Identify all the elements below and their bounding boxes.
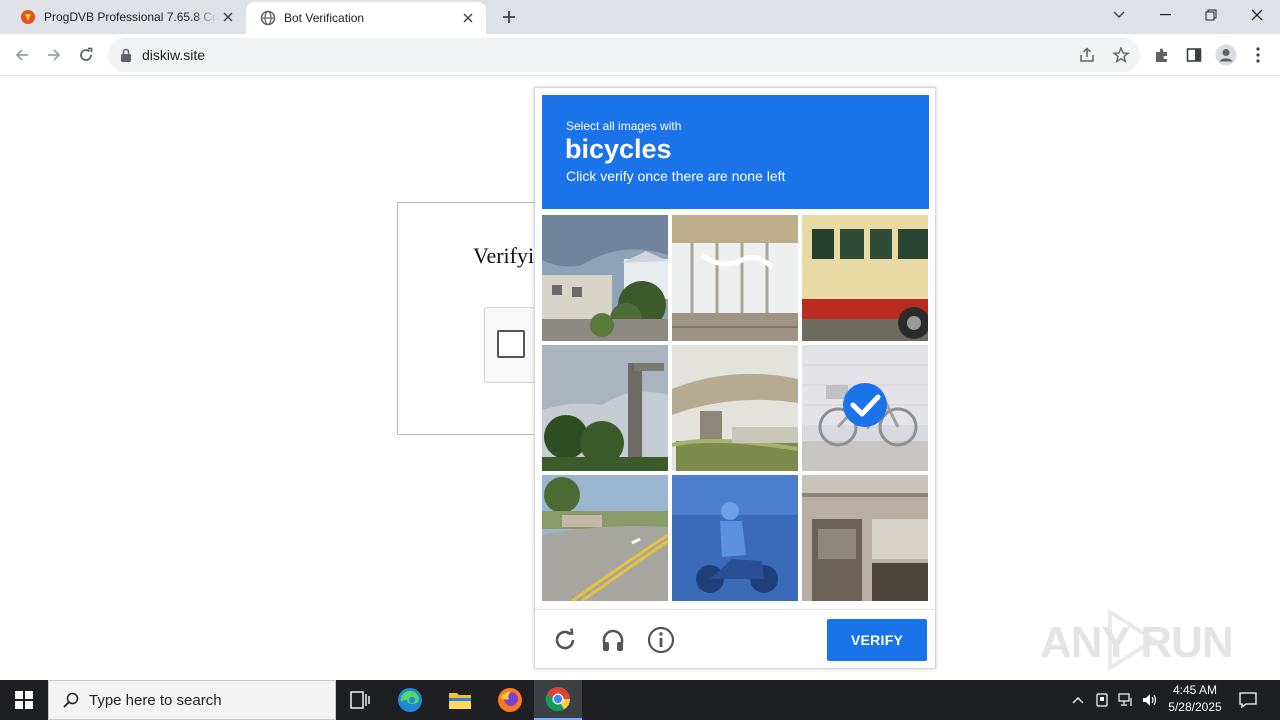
image-tile-selected[interactable] bbox=[802, 345, 928, 471]
search-placeholder: Type here to search bbox=[89, 691, 222, 709]
tray-device-icon[interactable] bbox=[1092, 690, 1112, 710]
system-clock[interactable]: 4:45 AM 5/28/2025 bbox=[1160, 682, 1230, 716]
bookmark-star-icon[interactable] bbox=[1112, 46, 1130, 64]
image-tile[interactable] bbox=[542, 345, 668, 471]
clock-date: 5/28/2025 bbox=[1168, 700, 1222, 714]
taskbar-search-box[interactable]: Type here to search bbox=[48, 680, 336, 720]
menu-dots-icon[interactable] bbox=[1244, 41, 1272, 69]
back-icon[interactable] bbox=[8, 41, 36, 69]
image-tile[interactable] bbox=[542, 215, 668, 341]
captcha-challenge: Select all images with bicycles Click ve… bbox=[534, 87, 936, 669]
profile-avatar-icon[interactable] bbox=[1212, 41, 1240, 69]
headphones-icon[interactable] bbox=[597, 624, 629, 656]
image-tile[interactable] bbox=[802, 475, 928, 601]
new-tab-button[interactable] bbox=[498, 6, 520, 28]
reload-icon[interactable] bbox=[72, 41, 100, 69]
tab-title: Bot Verification bbox=[284, 11, 365, 25]
file-explorer-icon[interactable] bbox=[436, 680, 484, 720]
tab-bot-verification[interactable]: Bot Verification bbox=[246, 2, 486, 34]
page-heading: Verifyi bbox=[473, 243, 535, 268]
firefox-icon[interactable] bbox=[486, 680, 534, 720]
clock-time: 4:45 AM bbox=[1172, 683, 1218, 697]
address-bar[interactable]: diskiw.site bbox=[108, 38, 1140, 72]
tray-chevron-up-icon[interactable] bbox=[1068, 690, 1088, 710]
image-tile[interactable] bbox=[672, 475, 798, 601]
restore-icon[interactable] bbox=[1188, 0, 1234, 30]
progdvb-favicon-icon bbox=[21, 10, 35, 24]
url-text: diskiw.site bbox=[142, 47, 206, 63]
close-tab-icon[interactable] bbox=[218, 7, 238, 27]
image-tile[interactable] bbox=[672, 215, 798, 341]
close-tab-icon[interactable] bbox=[458, 8, 478, 28]
task-view-icon[interactable] bbox=[336, 680, 384, 720]
watermark-text: ANY RUN bbox=[1040, 618, 1234, 667]
captcha-checkbox[interactable] bbox=[497, 330, 525, 358]
challenge-footer: VERIFY bbox=[535, 609, 935, 669]
verify-button[interactable]: VERIFY bbox=[827, 619, 927, 661]
image-tile[interactable] bbox=[672, 345, 798, 471]
refresh-icon[interactable] bbox=[549, 624, 581, 656]
volume-icon[interactable] bbox=[1140, 690, 1160, 710]
image-tile[interactable] bbox=[542, 475, 668, 601]
info-icon[interactable] bbox=[645, 624, 677, 656]
share-icon[interactable] bbox=[1078, 46, 1096, 64]
prompt-line: Select all images with bbox=[566, 119, 682, 133]
globe-icon bbox=[260, 10, 276, 26]
chrome-icon bbox=[545, 687, 570, 712]
side-panel-icon[interactable] bbox=[1180, 41, 1208, 69]
browser-toolbar: diskiw.site bbox=[0, 34, 1280, 76]
prompt-object: bicycles bbox=[565, 134, 672, 164]
extensions-icon[interactable] bbox=[1148, 41, 1176, 69]
image-grid bbox=[542, 215, 929, 602]
windows-start-icon[interactable] bbox=[0, 680, 48, 720]
windows-taskbar: Type here to search 4:45 AM 5/28/2025 bbox=[0, 680, 1280, 720]
tab-search-icon[interactable] bbox=[1096, 0, 1142, 30]
edge-browser-icon[interactable] bbox=[386, 680, 434, 720]
search-icon bbox=[63, 692, 79, 708]
minimize-icon[interactable] bbox=[1142, 0, 1188, 30]
close-window-icon[interactable] bbox=[1234, 0, 1280, 30]
chrome-taskbar-button[interactable] bbox=[534, 680, 582, 720]
lock-icon bbox=[121, 48, 131, 62]
forward-icon[interactable] bbox=[40, 41, 68, 69]
notifications-icon[interactable] bbox=[1238, 690, 1258, 710]
tab-progdvb[interactable]: ProgDVB Professional 7.65.8 Crack bbox=[0, 0, 246, 34]
tab-title: ProgDVB Professional 7.65.8 Crack bbox=[44, 10, 218, 24]
image-tile[interactable] bbox=[802, 215, 928, 341]
challenge-prompt: Select all images with bicycles Click ve… bbox=[542, 95, 929, 209]
tab-strip: ProgDVB Professional 7.65.8 Crack Bot Ve… bbox=[0, 0, 1280, 34]
network-icon[interactable] bbox=[1116, 690, 1136, 710]
prompt-instruction: Click verify once there are none left bbox=[566, 168, 786, 184]
